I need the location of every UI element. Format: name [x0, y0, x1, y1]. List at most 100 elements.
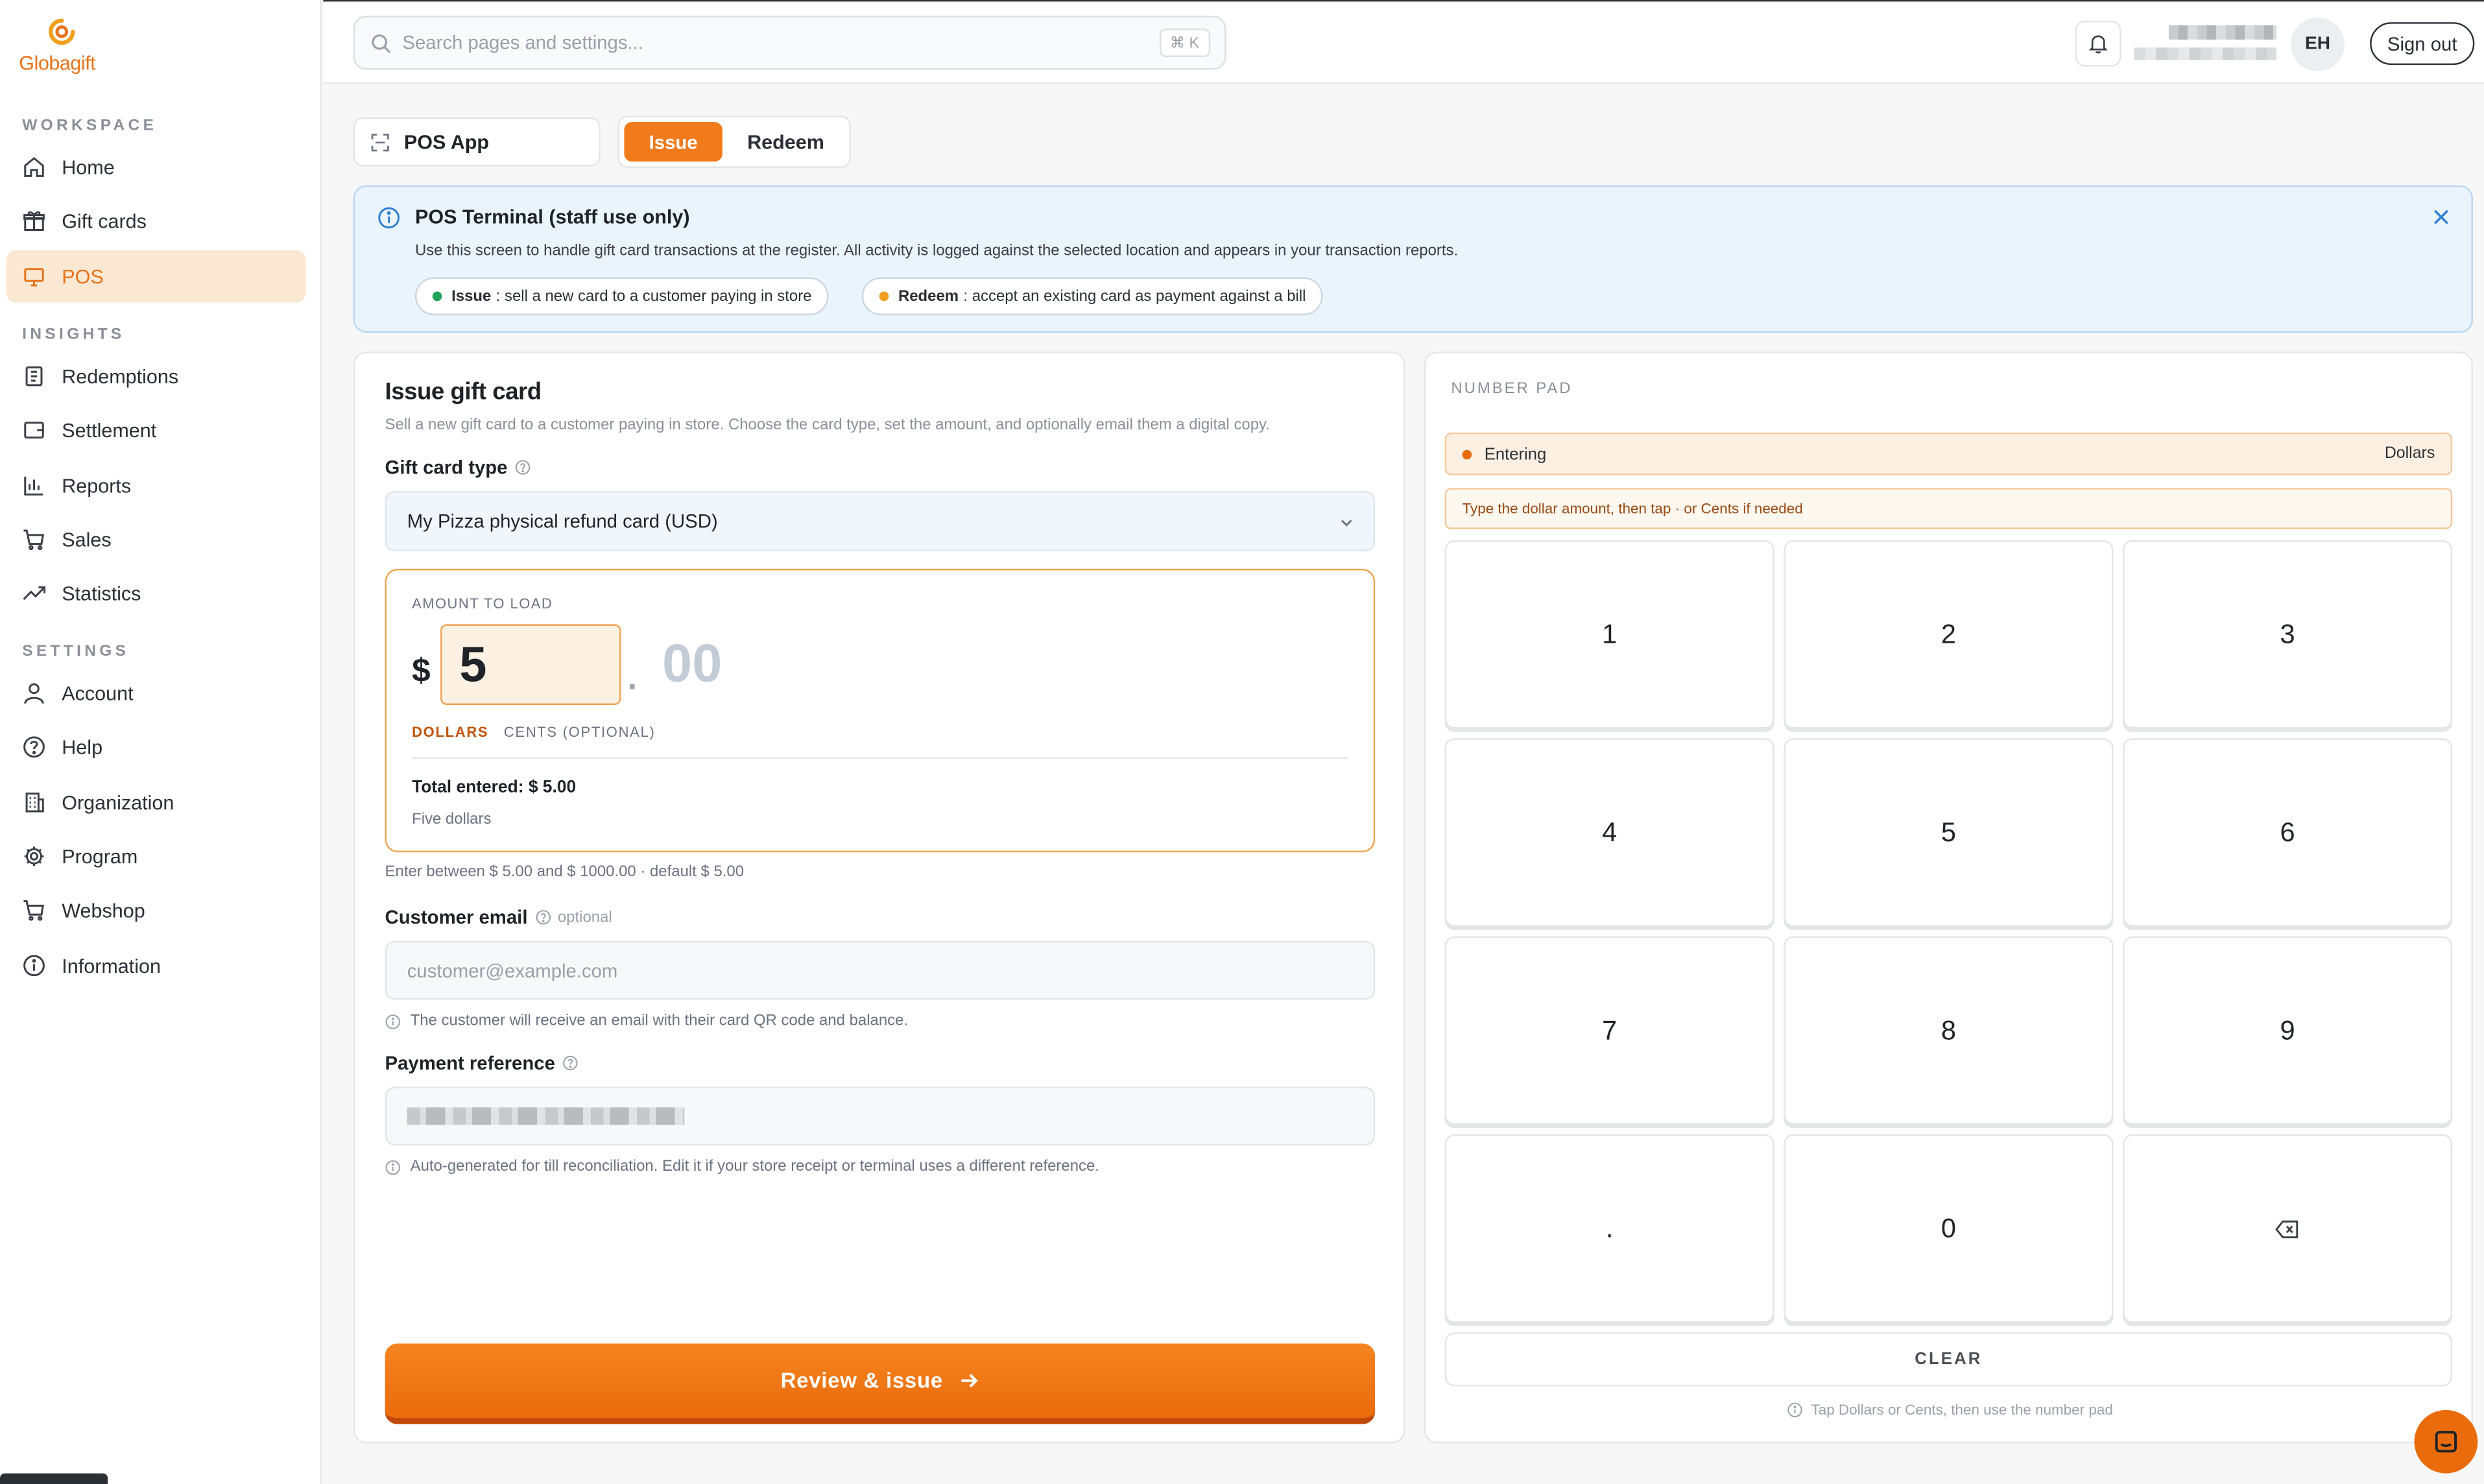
sidebar-item-redemptions[interactable]: Redemptions	[6, 350, 306, 403]
numpad-key-backspace[interactable]	[2123, 1134, 2453, 1323]
number-pad-footer: Tap Dollars or Cents, then use the numbe…	[1426, 1402, 2474, 1418]
logo-wordmark: Globagift	[19, 52, 96, 75]
help-circle-icon[interactable]	[536, 909, 551, 925]
tab-redeem[interactable]: Redeem	[730, 122, 841, 162]
review-and-issue-button[interactable]: Review & issue	[385, 1343, 1376, 1424]
sidebar-item-label: Information	[62, 954, 161, 977]
numpad-key-3[interactable]: 3	[2123, 540, 2453, 729]
tab-issue[interactable]: Issue	[624, 122, 723, 162]
sidebar-item-organization[interactable]: Organization	[6, 776, 306, 829]
total-entered: Total entered: $ 5.00	[412, 778, 577, 797]
sidebar-item-sales[interactable]: Sales	[6, 513, 306, 566]
status-dot	[1462, 449, 1472, 459]
app-root: Globagift WORKSPACE Home Gift cards POS …	[0, 0, 2484, 1484]
cart-icon	[23, 900, 45, 921]
dollars-input[interactable]: 5	[440, 624, 621, 705]
payment-reference-field[interactable]	[385, 1086, 1376, 1145]
cents-tab[interactable]: CENTS (OPTIONAL)	[504, 724, 656, 739]
banner-title: POS Terminal (staff use only)	[414, 206, 690, 228]
mode-segmented-control: Issue Redeem	[617, 115, 851, 168]
pill-text: : accept an existing card as payment aga…	[963, 287, 1306, 305]
help-circle-icon[interactable]	[563, 1055, 579, 1071]
backspace-icon	[2275, 1219, 2299, 1238]
optional-tag: optional	[557, 908, 612, 926]
sidebar-item-settlement[interactable]: Settlement	[6, 404, 306, 457]
issue-gift-card-panel: Issue gift card Sell a new gift card to …	[353, 352, 1405, 1444]
sidebar-item-label: Sales	[62, 528, 112, 551]
section-label-insights: INSIGHTS	[22, 326, 125, 344]
logo-mark-icon	[49, 18, 75, 45]
building-icon	[25, 792, 44, 813]
status-dot-amber	[879, 291, 889, 302]
section-label-settings: SETTINGS	[22, 643, 130, 661]
search-input[interactable]: Search pages and settings... ⌘ K	[353, 16, 1226, 70]
wallet-icon	[24, 422, 44, 439]
sidebar-item-account[interactable]: Account	[6, 667, 306, 719]
bell-icon	[2088, 35, 2108, 54]
sidebar-item-home[interactable]: Home	[6, 141, 306, 193]
email-placeholder: customer@example.com	[407, 959, 618, 982]
user-icon	[24, 683, 44, 704]
avatar[interactable]: EH	[2290, 17, 2345, 71]
cta-label: Review & issue	[780, 1369, 943, 1393]
entry-status-unit: Dollars	[2384, 445, 2435, 463]
numpad-key-0[interactable]: 0	[1784, 1134, 2114, 1323]
section-label-workspace: WORKSPACE	[22, 117, 158, 135]
status-dot-green	[432, 291, 442, 302]
info-icon	[385, 1159, 400, 1175]
card-type-value: My Pizza physical refund card (USD)	[407, 510, 718, 533]
card-type-select[interactable]: My Pizza physical refund card (USD)	[385, 491, 1376, 552]
notifications-button[interactable]	[2075, 20, 2121, 67]
sidebar-item-program[interactable]: Program	[6, 830, 306, 883]
panel-subtitle: Sell a new gift card to a customer payin…	[385, 416, 1270, 435]
sidebar-item-webshop[interactable]: Webshop	[6, 884, 306, 937]
sign-out-button[interactable]: Sign out	[2370, 22, 2475, 66]
numpad-key-8[interactable]: 8	[1784, 936, 2114, 1125]
numpad-key-9[interactable]: 9	[2123, 936, 2453, 1125]
sidebar-item-statistics[interactable]: Statistics	[6, 567, 306, 619]
pos-app-button[interactable]: POS App	[353, 117, 601, 167]
sidebar-item-pos[interactable]: POS	[6, 250, 306, 303]
help-circle-icon[interactable]	[516, 459, 531, 475]
sidebar-item-reports[interactable]: Reports	[6, 459, 306, 512]
info-icon	[1787, 1402, 1803, 1418]
numpad-key-4[interactable]: 4	[1444, 738, 1774, 927]
cart-icon	[23, 529, 45, 551]
chat-launcher-button[interactable]	[2414, 1409, 2478, 1474]
number-pad-panel: NUMBER PAD Entering Dollars Type the dol…	[1424, 352, 2474, 1444]
info-icon	[23, 955, 45, 977]
clear-button[interactable]: CLEAR	[1444, 1332, 2453, 1387]
numpad-key-decimal[interactable]: .	[1444, 1134, 1774, 1323]
numpad-key-1[interactable]: 1	[1444, 540, 1774, 729]
numpad-key-7[interactable]: 7	[1444, 936, 1774, 1125]
close-icon[interactable]	[2431, 208, 2450, 226]
sidebar-item-label: Statistics	[62, 582, 141, 604]
sidebar-item-help[interactable]: Help	[6, 721, 306, 773]
numpad-key-2[interactable]: 2	[1784, 540, 2114, 729]
search-placeholder: Search pages and settings...	[402, 31, 643, 54]
numpad-key-6[interactable]: 6	[2123, 738, 2453, 927]
search-icon	[372, 33, 391, 53]
cents-input[interactable]: 00	[662, 634, 722, 695]
sidebar-item-information[interactable]: Information	[6, 939, 306, 992]
bar-chart-icon	[24, 476, 43, 496]
dollars-tab[interactable]: DOLLARS	[412, 724, 488, 739]
total-in-words: Five dollars	[412, 811, 492, 829]
customer-email-field[interactable]: customer@example.com	[385, 940, 1376, 1000]
amount-label: AMOUNT TO LOAD	[412, 595, 553, 612]
numpad-key-5[interactable]: 5	[1784, 738, 2114, 927]
expand-icon	[371, 133, 389, 151]
entry-instruction: Type the dollar amount, then tap · or Ce…	[1444, 488, 2453, 529]
user-name-redacted	[2134, 22, 2280, 64]
info-icon	[378, 207, 400, 229]
number-pad-footer-text: Tap Dollars or Cents, then use the numbe…	[1811, 1402, 2113, 1418]
payment-reference-label: Payment reference	[385, 1052, 579, 1074]
decimal-separator: .	[627, 657, 638, 697]
bottom-tooltip-chip	[0, 1473, 108, 1484]
sidebar-item-label: Help	[62, 736, 103, 758]
sidebar-item-gift-cards[interactable]: Gift cards	[6, 195, 306, 247]
panel-title: Issue gift card	[385, 378, 542, 406]
customer-email-label-text: Customer email	[385, 906, 528, 929]
banner-description: Use this screen to handle gift card tran…	[414, 242, 1459, 260]
logo[interactable]: Globagift	[19, 14, 114, 78]
